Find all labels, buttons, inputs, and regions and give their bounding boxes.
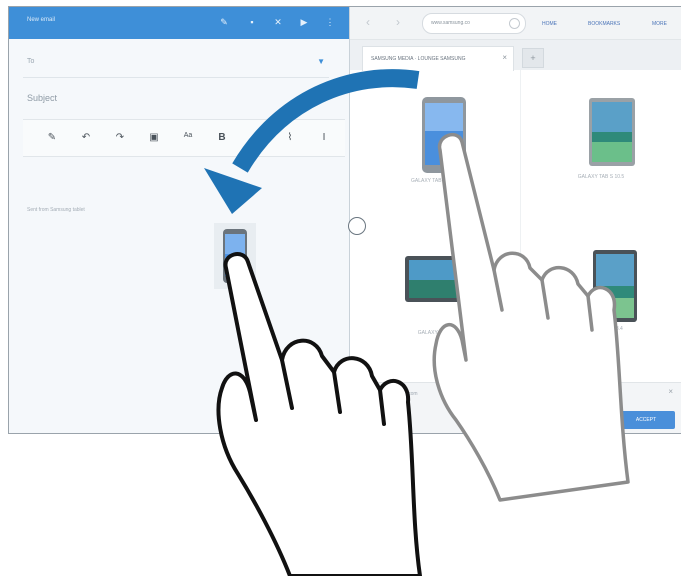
italic-icon[interactable]: I	[249, 132, 263, 143]
image-icon[interactable]: ▣	[147, 132, 161, 143]
text-size-icon[interactable]: I	[317, 132, 331, 143]
product-image	[593, 250, 637, 322]
close-icon[interactable]: ×	[502, 53, 507, 62]
split-handle-icon[interactable]	[348, 217, 366, 235]
dragged-image-thumbnail[interactable]	[214, 223, 256, 289]
more-icon[interactable]: ⋮	[325, 17, 335, 27]
home-link[interactable]: HOME	[542, 21, 557, 27]
format-toolbar: ✎ ↶ ↷ ▣ Aa B I ⌇ I	[23, 119, 345, 157]
tab-bar: SAMSUNG MEDIA · LOUNGE SAMSUNG × +	[350, 40, 681, 71]
product-image	[589, 98, 635, 166]
undo-icon[interactable]: ↶	[79, 132, 93, 143]
product-card[interactable]: GALAXY TAB S 10.5	[350, 220, 520, 370]
product-name: GALAXY TAB S 8.4	[579, 326, 623, 332]
to-field[interactable]: To ▼	[23, 47, 329, 78]
banner-url: http://www.samsung.com	[362, 391, 418, 397]
refresh-icon[interactable]	[509, 18, 520, 29]
accept-button[interactable]: ACCEPT	[617, 411, 675, 429]
to-label: To	[27, 58, 35, 65]
cookie-banner: http://www.samsung.com × ACCEPT	[350, 382, 681, 433]
url-text: www.samsung.co	[431, 20, 470, 26]
chevron-down-icon[interactable]: ▼	[317, 57, 325, 66]
browser-toolbar: ‹ › www.samsung.co HOME BOOKMARKS MORE	[350, 7, 681, 40]
tablet-screen: New email ✎ ▪ ✕ ▶ ⋮ To ▼ Subject ✎ ↶ ↷ ▣…	[8, 6, 681, 434]
close-icon[interactable]: ×	[668, 387, 673, 396]
product-name: GALAXY TAB S 8.4 (Wi-Fi)	[410, 178, 471, 184]
email-title: New email	[27, 17, 56, 23]
email-compose-pane: New email ✎ ▪ ✕ ▶ ⋮ To ▼ Subject ✎ ↶ ↷ ▣…	[9, 7, 349, 433]
clip-icon[interactable]: ⌇	[283, 132, 297, 143]
tab-label: SAMSUNG MEDIA · LOUNGE SAMSUNG	[371, 56, 466, 62]
more-link[interactable]: MORE	[652, 21, 667, 27]
redo-icon[interactable]: ↷	[113, 132, 127, 143]
forward-icon[interactable]: ›	[396, 15, 400, 29]
discard-icon[interactable]: ✕	[273, 17, 283, 27]
save-icon[interactable]: ▪	[247, 17, 257, 27]
product-card[interactable]: GALAXY TAB S 8.4 (Wi-Fi)	[350, 70, 520, 220]
edit-icon[interactable]: ✎	[219, 17, 229, 27]
signature-text: Sent from Samsung tablet	[27, 207, 85, 213]
product-image	[405, 256, 473, 302]
url-input[interactable]: www.samsung.co	[422, 13, 526, 34]
email-header: New email ✎ ▪ ✕ ▶ ⋮	[9, 7, 349, 39]
product-card[interactable]: GALAXY TAB S 8.4	[521, 220, 681, 370]
tab-samsung[interactable]: SAMSUNG MEDIA · LOUNGE SAMSUNG ×	[362, 46, 514, 71]
send-icon[interactable]: ▶	[299, 17, 309, 27]
back-icon[interactable]: ‹	[366, 15, 370, 29]
bold-icon[interactable]: B	[215, 132, 229, 143]
new-tab-button[interactable]: +	[522, 48, 544, 68]
product-card[interactable]: GALAXY TAB S 10.5	[521, 70, 681, 220]
product-image	[422, 97, 466, 173]
product-name: GALAXY TAB S 10.5	[417, 330, 465, 336]
text-icon[interactable]: Aa	[181, 132, 195, 139]
subject-field[interactable]: Subject	[27, 93, 57, 103]
pen-icon[interactable]: ✎	[45, 132, 59, 143]
bookmarks-link[interactable]: BOOKMARKS	[588, 21, 620, 27]
browser-pane: ‹ › www.samsung.co HOME BOOKMARKS MORE S…	[350, 7, 681, 433]
product-name: GALAXY TAB S 10.5	[577, 174, 625, 180]
